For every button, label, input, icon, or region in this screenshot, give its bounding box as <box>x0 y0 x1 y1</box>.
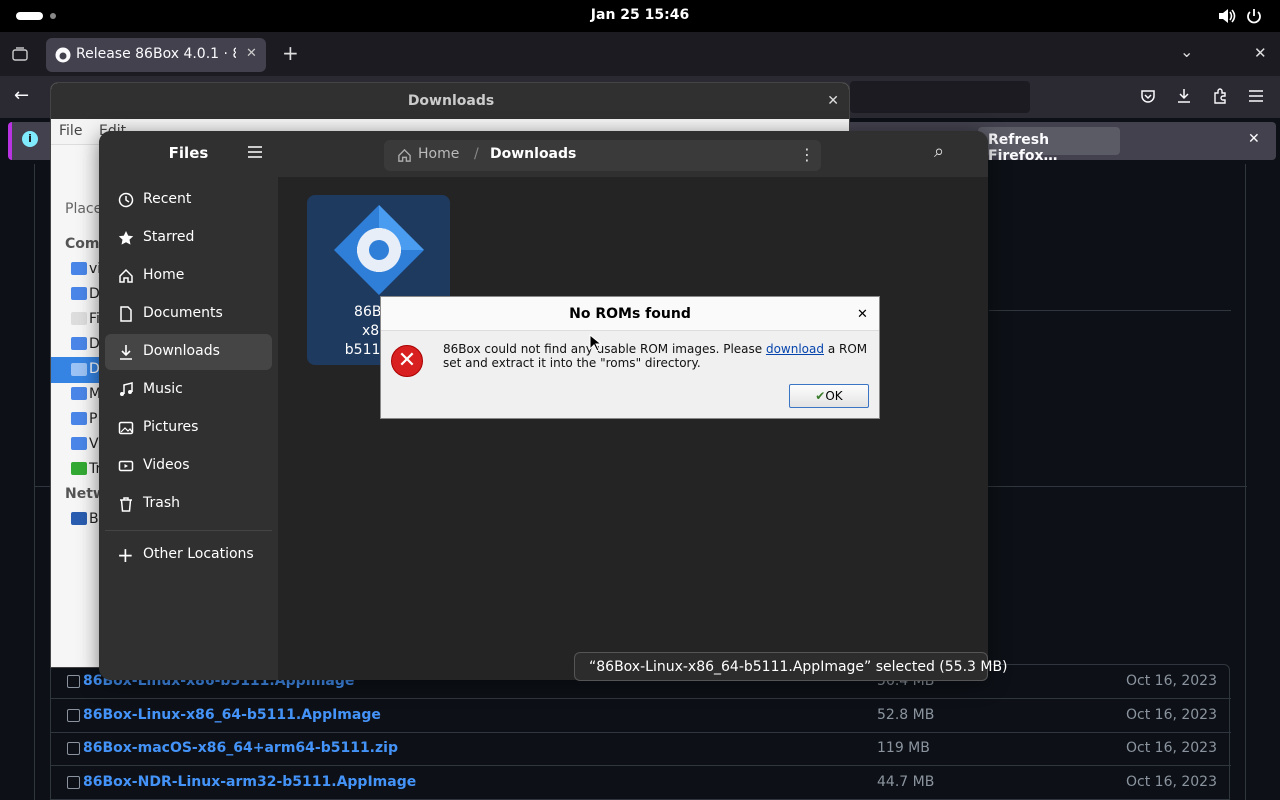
asset-link[interactable]: 86Box-macOS-x86_64+arm64-b5111.zip <box>83 740 398 756</box>
asset-date: Oct 16, 2023 <box>1126 740 1217 756</box>
path-home[interactable]: Home <box>418 146 459 162</box>
new-tab-button[interactable]: + <box>282 41 299 65</box>
volume-icon[interactable] <box>1218 8 1236 24</box>
no-roms-dialog: No ROMs found ✕ ✕ 86Box could not find a… <box>380 296 880 419</box>
asset-link[interactable]: 86Box-Linux-x86_64-b5111.AppImage <box>83 707 381 723</box>
table-row[interactable]: 86Box-macOS-x86_64+arm64-b5111.zip 119 M… <box>51 732 1231 766</box>
asset-size: 52.8 MB <box>877 707 935 723</box>
notification-close-icon[interactable]: ✕ <box>1248 131 1260 147</box>
folder-icon <box>71 262 87 275</box>
menu-file[interactable]: File <box>59 123 82 139</box>
tab-close-icon[interactable]: ✕ <box>246 46 257 61</box>
divider <box>989 310 1231 311</box>
ok-button[interactable]: ✔OK <box>789 384 869 408</box>
sidebar-item-music[interactable]: Music <box>105 372 272 408</box>
asset-date: Oct 16, 2023 <box>1126 774 1217 790</box>
download-icon <box>120 345 132 360</box>
home-icon <box>119 268 133 283</box>
sidebar-divider <box>105 530 272 531</box>
path-separator: / <box>474 146 479 162</box>
package-icon <box>67 776 80 789</box>
plus-icon: + <box>117 543 134 567</box>
sidebar-item-documents[interactable]: Documents <box>105 296 272 332</box>
music-icon <box>120 382 133 396</box>
window-close-icon[interactable]: ✕ <box>827 93 839 109</box>
video-icon <box>118 460 134 472</box>
asset-size: 119 MB <box>877 740 930 756</box>
url-bar[interactable] <box>850 81 1030 113</box>
check-icon: ✔ <box>815 389 826 403</box>
downloads-icon[interactable] <box>1176 88 1192 104</box>
file-icon <box>71 312 87 325</box>
sidebar-item-recent[interactable]: Recent <box>105 182 272 218</box>
dialog-titlebar: No ROMs found ✕ <box>381 297 879 331</box>
package-icon <box>67 742 80 755</box>
search-icon[interactable]: ⌕ <box>934 141 944 162</box>
error-icon: ✕ <box>391 345 423 377</box>
dialog-message: 86Box could not find any usable ROM imag… <box>443 342 868 370</box>
dialog-title: No ROMs found <box>569 306 691 322</box>
picture-icon <box>118 421 134 435</box>
folder-icon <box>71 287 87 300</box>
trash-icon <box>120 497 132 512</box>
release-assets-table: 86Box-Linux-x86-b5111.AppImage 56.4 MB O… <box>50 664 1231 800</box>
hamburger-menu-icon[interactable] <box>247 145 263 159</box>
star-icon <box>118 231 134 245</box>
sidebar-item-videos[interactable]: Videos <box>105 448 272 484</box>
network-icon <box>71 512 87 525</box>
table-row[interactable]: 86Box-NDR-Linux-arm32-b5111.AppImage 44.… <box>51 766 1231 800</box>
github-icon <box>55 47 71 63</box>
asset-link[interactable]: 86Box-NDR-Linux-arm32-b5111.AppImage <box>83 774 416 790</box>
clock[interactable]: Jan 25 15:46 <box>0 7 1280 23</box>
power-icon[interactable] <box>1246 8 1262 24</box>
sidebar-item[interactable]: P <box>89 411 97 427</box>
sidebar-item-pictures[interactable]: Pictures <box>105 410 272 446</box>
folder-icon <box>71 387 87 400</box>
sidebar-item-other-locations[interactable]: + Other Locations <box>105 537 272 573</box>
tab-list-chevron-icon[interactable]: ⌄ <box>1180 42 1193 61</box>
places-label: Place <box>65 201 103 217</box>
package-icon <box>67 709 80 722</box>
asset-size: 44.7 MB <box>877 774 935 790</box>
path-bar[interactable]: Home / Downloads ⋮ <box>384 140 821 171</box>
selection-status: “86Box-Linux-x86_64-b5111.AppImage” sele… <box>574 652 1008 681</box>
path-current[interactable]: Downloads <box>490 146 576 162</box>
window-close-icon[interactable]: ✕ <box>1254 44 1267 62</box>
refresh-firefox-button[interactable]: Refresh Firefox… <box>978 127 1120 164</box>
document-icon <box>120 306 132 322</box>
table-row[interactable]: 86Box-Linux-x86_64-b5111.AppImage 52.8 M… <box>51 699 1231 733</box>
window-title: Downloads <box>51 83 849 119</box>
back-icon[interactable]: ← <box>14 85 29 106</box>
download-link[interactable]: download <box>766 342 824 356</box>
asset-date: Oct 16, 2023 <box>1126 707 1217 723</box>
sidebar-item-downloads[interactable]: Downloads <box>105 334 272 370</box>
tab-overview-icon[interactable] <box>12 47 28 61</box>
sidebar-item-trash[interactable]: Trash <box>105 486 272 522</box>
sidebar-item[interactable]: B <box>89 511 99 527</box>
menu-icon[interactable] <box>1248 89 1264 103</box>
package-icon <box>67 675 80 688</box>
clock-icon <box>118 192 134 208</box>
86box-app-icon <box>334 205 424 295</box>
sidebar-item-starred[interactable]: Starred <box>105 220 272 256</box>
tab-title: Release 86Box 4.0.1 · 86Box <box>76 46 236 62</box>
sidebar-item[interactable]: V <box>89 436 99 452</box>
folder-icon <box>71 412 87 425</box>
path-menu-icon[interactable]: ⋮ <box>799 145 815 164</box>
asset-date: Oct 16, 2023 <box>1126 673 1217 689</box>
home-icon <box>398 148 411 162</box>
sidebar-item-home[interactable]: Home <box>105 258 272 294</box>
folder-icon <box>71 437 87 450</box>
extensions-icon[interactable] <box>1212 88 1228 104</box>
info-icon: i <box>22 131 38 147</box>
trash-icon <box>71 462 87 475</box>
pocket-icon[interactable] <box>1140 89 1156 105</box>
files-sidebar: Files Recent Starred Home Documents Down… <box>99 131 278 680</box>
dialog-close-icon[interactable]: ✕ <box>857 307 868 322</box>
mouse-pointer-icon <box>589 334 601 352</box>
folder-icon <box>71 363 87 376</box>
folder-icon <box>71 337 87 350</box>
tab-release-86box[interactable]: Release 86Box 4.0.1 · 86Box ✕ <box>46 38 266 72</box>
gnome-top-bar: Jan 25 15:46 <box>0 0 1280 32</box>
